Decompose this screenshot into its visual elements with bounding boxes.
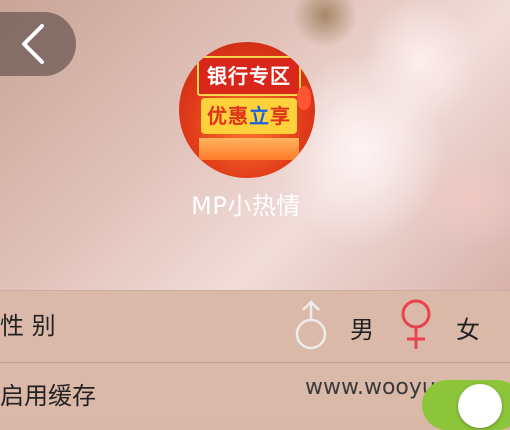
female-label[interactable]: 女 (456, 310, 480, 345)
chevron-left-icon (22, 24, 44, 64)
female-symbol-icon (401, 299, 431, 349)
avatar-text-a: 优惠 (207, 104, 249, 128)
gender-label: 性 别 (0, 312, 56, 340)
city-graphic (199, 138, 299, 160)
balloon-graphic (297, 86, 311, 110)
avatar-text-b: 立 (249, 104, 270, 128)
avatar[interactable]: 银行专区 优惠立享 (179, 42, 315, 178)
cache-label: 启用缓存 (0, 382, 96, 410)
male-symbol-icon (295, 300, 327, 350)
female-option[interactable] (396, 298, 436, 356)
avatar-text-c: 享 (270, 104, 291, 128)
male-label[interactable]: 男 (350, 310, 374, 345)
nickname: MP小热情 (191, 192, 301, 220)
male-option[interactable] (292, 300, 332, 356)
cache-toggle[interactable] (422, 380, 510, 430)
avatar-banner-mid: 优惠立享 (201, 98, 297, 134)
avatar-banner-top: 银行专区 (197, 56, 301, 96)
toggle-knob (458, 384, 502, 428)
back-button[interactable] (0, 12, 76, 76)
